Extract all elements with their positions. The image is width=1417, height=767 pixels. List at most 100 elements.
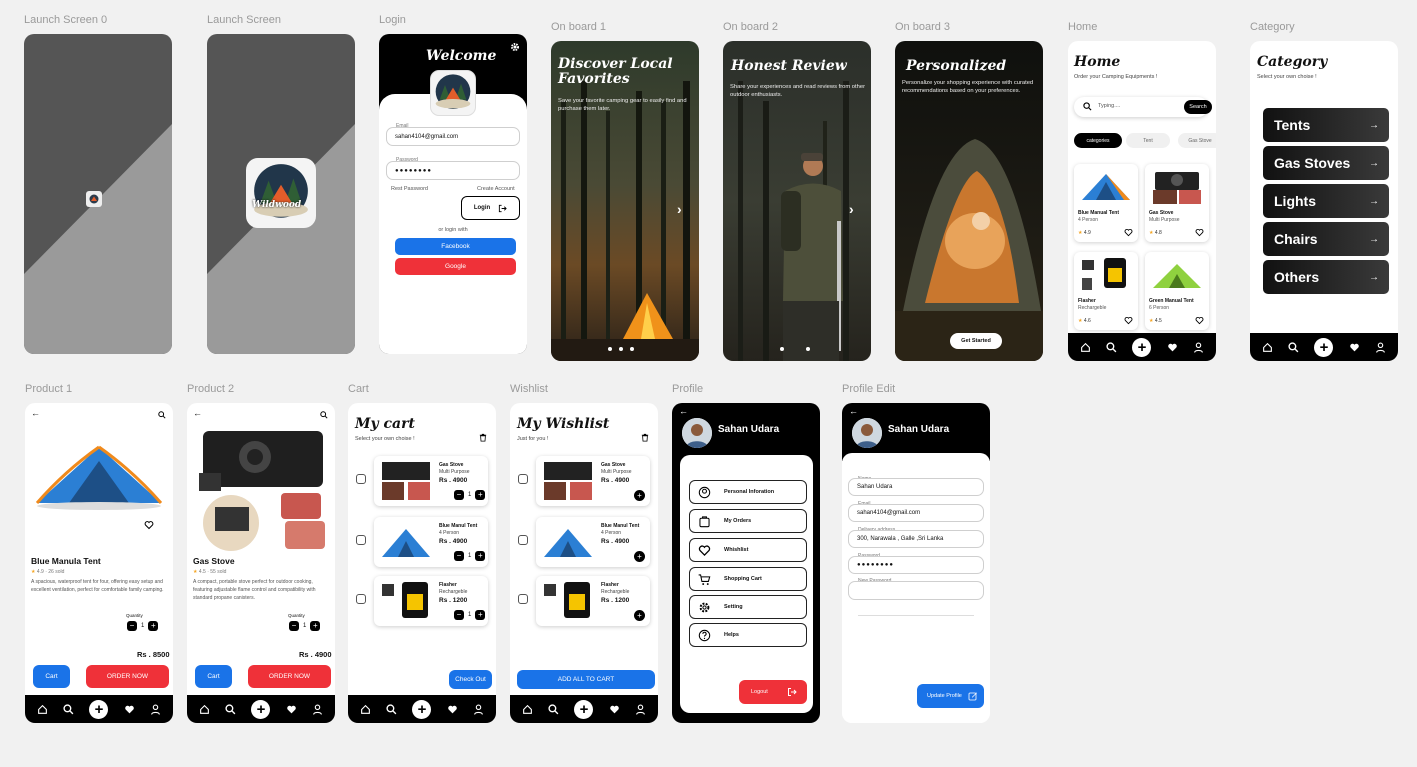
category-item-lights[interactable]: Lights → <box>1263 184 1389 218</box>
get-started-button[interactable]: Get Started <box>950 333 1002 349</box>
add-to-cart-icon[interactable]: + <box>634 490 645 501</box>
cart-item[interactable]: Gas Stove Multi Purpose Rs . 4900 −1 + <box>374 456 488 506</box>
wishlist-item-checkbox[interactable] <box>518 594 528 604</box>
minus-icon[interactable]: − <box>454 490 464 500</box>
home-icon[interactable] <box>360 704 371 715</box>
chip-categories[interactable]: categories <box>1074 133 1122 148</box>
menu-my-orders[interactable]: My Orders <box>689 509 807 533</box>
cart-button[interactable]: Cart <box>195 665 232 688</box>
category-item-others[interactable]: Others → <box>1263 260 1389 294</box>
order-now-button[interactable]: ORDER NOW <box>86 665 169 688</box>
add-icon[interactable]: + <box>412 699 432 719</box>
search-button[interactable]: Search <box>1184 100 1212 114</box>
user-icon[interactable] <box>1375 342 1386 353</box>
heart-icon[interactable] <box>609 704 620 715</box>
wishlist-item-checkbox[interactable] <box>518 535 528 545</box>
cart-item[interactable]: Blue Manul Tent 4 Person Rs . 4900 −1 + <box>374 517 488 567</box>
heart-icon[interactable] <box>1124 316 1133 325</box>
search-icon[interactable] <box>320 411 328 419</box>
search-input[interactable]: Typing.... <box>1098 103 1120 109</box>
product-card[interactable]: Green Manual Tent 6 Person ★ 4.5 <box>1145 252 1209 330</box>
quantity-stepper[interactable]: −1 + <box>454 610 486 620</box>
back-arrow-icon[interactable]: ← <box>679 406 688 416</box>
menu-wishlist[interactable]: Whishlist <box>689 538 807 562</box>
gear-icon[interactable] <box>510 42 520 52</box>
back-arrow-icon[interactable]: ← <box>193 408 202 418</box>
add-icon[interactable]: + <box>1314 337 1334 357</box>
trash-icon[interactable] <box>479 433 487 442</box>
home-icon[interactable] <box>1080 342 1091 353</box>
wishlist-item[interactable]: Blue Manul Tent 4 Person Rs . 4900 + <box>536 517 650 567</box>
category-item-chairs[interactable]: Chairs → <box>1263 222 1389 256</box>
home-icon[interactable] <box>199 704 210 715</box>
add-icon[interactable]: + <box>251 699 271 719</box>
new-password-field[interactable] <box>848 581 984 600</box>
search-icon[interactable] <box>225 703 236 715</box>
minus-icon[interactable]: − <box>454 610 464 620</box>
next-arrow-icon[interactable]: › <box>677 201 682 217</box>
facebook-button[interactable]: Facebook <box>395 238 516 255</box>
user-icon[interactable] <box>473 704 484 715</box>
cart-button[interactable]: Cart <box>33 665 70 688</box>
product-card[interactable]: Flasher Rechargeble ★ 4.6 <box>1074 252 1138 330</box>
next-arrow-icon[interactable]: › <box>849 201 854 217</box>
add-all-to-cart-button[interactable]: ADD ALL TO CART <box>517 670 655 689</box>
quantity-stepper[interactable]: −1 + <box>454 551 486 561</box>
category-item-gas-stoves[interactable]: Gas Stoves → <box>1263 146 1389 180</box>
logout-button[interactable]: Logout <box>739 680 807 704</box>
search-icon[interactable] <box>548 703 559 715</box>
user-icon[interactable] <box>635 704 646 715</box>
menu-helps[interactable]: Helps <box>689 623 807 647</box>
add-icon[interactable]: + <box>89 699 109 719</box>
password-field[interactable]: ●●●●●●●● <box>848 556 984 574</box>
cart-item[interactable]: Flasher Rechargeble Rs . 1200 −1 + <box>374 576 488 626</box>
address-field[interactable]: 300, Narawala , Galle ,Sri Lanka <box>848 530 984 548</box>
cart-item-checkbox[interactable] <box>356 535 366 545</box>
home-icon[interactable] <box>37 704 48 715</box>
password-field[interactable]: ●●●●●●●● <box>386 161 520 180</box>
product-card[interactable]: Gas Stove Multi Purpose ★ 4.8 <box>1145 164 1209 242</box>
product-card[interactable]: Blue Manual Tent 4 Person ★ 4.9 <box>1074 164 1138 242</box>
menu-shopping-cart[interactable]: Shopping Cart <box>689 567 807 591</box>
plus-icon[interactable]: + <box>310 621 321 631</box>
heart-icon[interactable] <box>1349 342 1360 353</box>
create-account-link[interactable]: Create Account <box>477 186 515 192</box>
minus-icon[interactable]: − <box>127 621 137 631</box>
plus-icon[interactable]: + <box>475 490 486 500</box>
home-icon[interactable] <box>1262 342 1273 353</box>
quantity-stepper[interactable]: −1 + <box>127 621 159 631</box>
add-to-cart-icon[interactable]: + <box>634 551 645 562</box>
search-bar[interactable]: Typing.... Search <box>1074 97 1212 117</box>
heart-icon[interactable] <box>1124 228 1133 237</box>
quantity-stepper[interactable]: −1 + <box>454 490 486 500</box>
heart-icon[interactable] <box>1167 342 1178 353</box>
trash-icon[interactable] <box>641 433 649 442</box>
heart-icon[interactable] <box>286 704 297 715</box>
search-icon[interactable] <box>1106 341 1117 353</box>
update-profile-button[interactable]: Update Profile <box>917 684 984 708</box>
minus-icon[interactable]: − <box>289 621 299 631</box>
heart-icon[interactable] <box>1195 316 1204 325</box>
checkout-button[interactable]: Check Out <box>449 670 492 689</box>
menu-setting[interactable]: Setting <box>689 595 807 619</box>
quantity-stepper[interactable]: −1 + <box>289 621 321 631</box>
cart-item-checkbox[interactable] <box>356 594 366 604</box>
search-icon[interactable] <box>63 703 74 715</box>
heart-icon[interactable] <box>1195 228 1204 237</box>
search-icon[interactable] <box>386 703 397 715</box>
search-icon[interactable] <box>1288 341 1299 353</box>
add-icon[interactable]: + <box>1132 337 1152 357</box>
wishlist-item[interactable]: Flasher Rechargeble Rs . 1200 + <box>536 576 650 626</box>
user-icon[interactable] <box>1193 342 1204 353</box>
cart-item-checkbox[interactable] <box>356 474 366 484</box>
wishlist-item[interactable]: Gas Stove Multi Purpose Rs . 4900 + <box>536 456 650 506</box>
user-icon[interactable] <box>150 704 161 715</box>
heart-icon[interactable] <box>124 704 135 715</box>
add-to-cart-icon[interactable]: + <box>634 610 645 621</box>
minus-icon[interactable]: − <box>454 551 464 561</box>
name-field[interactable]: Sahan Udara <box>848 478 984 496</box>
menu-personal-information[interactable]: Personal Inforation <box>689 480 807 504</box>
category-item-tents[interactable]: Tents → <box>1263 108 1389 142</box>
add-icon[interactable]: + <box>574 699 594 719</box>
wishlist-item-checkbox[interactable] <box>518 474 528 484</box>
